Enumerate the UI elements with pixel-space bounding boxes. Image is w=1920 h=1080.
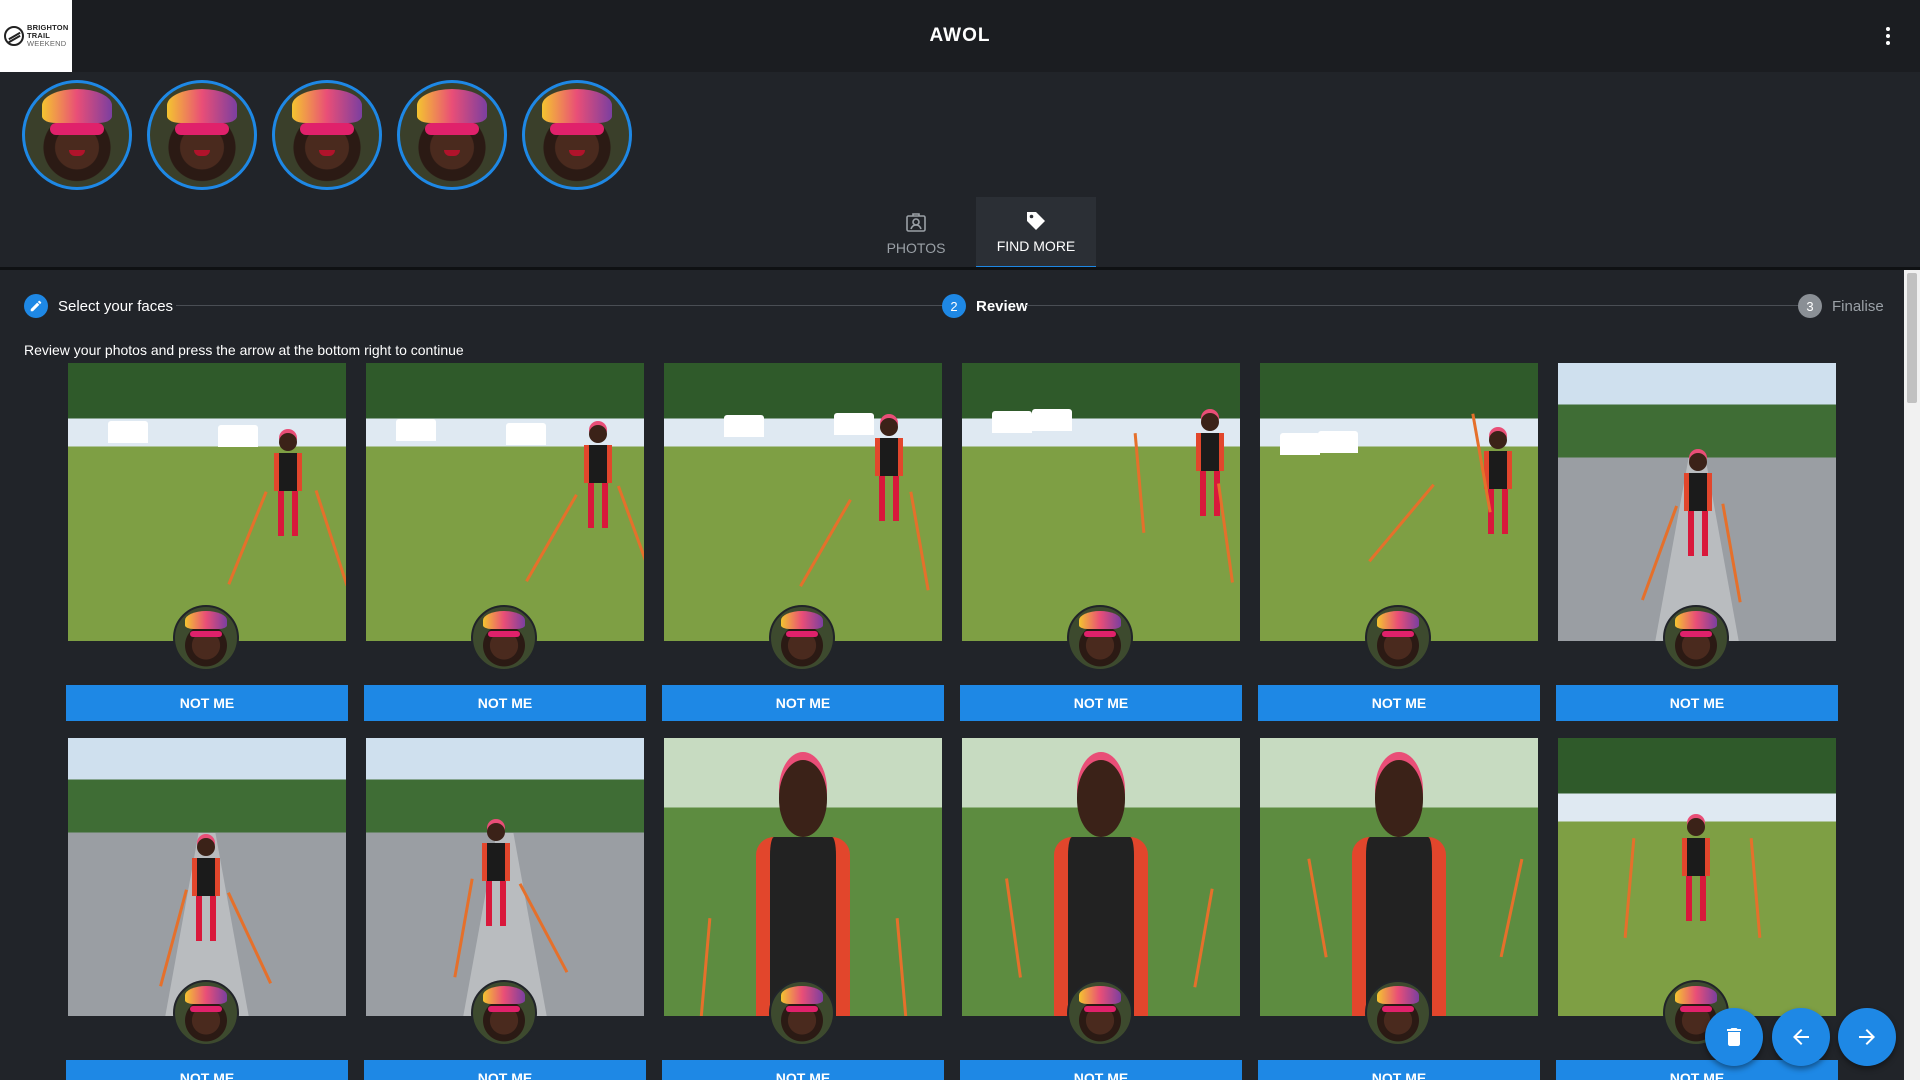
selected-face[interactable] — [397, 80, 507, 190]
selected-face[interactable] — [272, 80, 382, 190]
race-photo[interactable] — [68, 363, 346, 641]
step-select-faces[interactable]: Select your faces — [24, 294, 173, 318]
matched-face-thumbnail — [769, 605, 835, 671]
tab-bar: PHOTOS FIND MORE — [856, 197, 1096, 269]
step-finalise[interactable]: 3 Finalise — [1798, 294, 1884, 318]
selected-faces-row — [22, 80, 632, 190]
tab-find-more[interactable]: FIND MORE — [976, 197, 1096, 269]
matched-face-thumbnail — [471, 980, 537, 1046]
race-photo[interactable] — [68, 738, 346, 1016]
step-connector — [176, 305, 954, 306]
not-me-button[interactable]: NOT ME — [66, 1060, 348, 1080]
matched-face-thumbnail — [1663, 605, 1729, 671]
tab-photos[interactable]: PHOTOS — [856, 197, 976, 269]
not-me-button[interactable]: NOT ME — [1258, 1060, 1540, 1080]
race-photo[interactable] — [962, 738, 1240, 1016]
selected-face[interactable] — [522, 80, 632, 190]
step-label: Select your faces — [58, 297, 174, 315]
not-me-button[interactable]: NOT ME — [364, 685, 646, 721]
pencil-icon — [24, 294, 48, 318]
step-label: Review — [976, 297, 1028, 315]
matched-face-thumbnail — [1365, 980, 1431, 1046]
matched-face-thumbnail — [1067, 605, 1133, 671]
more-options-icon[interactable] — [1880, 24, 1896, 48]
scrollbar-thumb[interactable] — [1907, 273, 1917, 403]
tab-find-more-label: FIND MORE — [996, 238, 1076, 254]
race-photo[interactable] — [1260, 738, 1538, 1016]
selected-face[interactable] — [147, 80, 257, 190]
not-me-button[interactable]: NOT ME — [662, 685, 944, 721]
next-button[interactable] — [1838, 1008, 1896, 1066]
step-number: 2 — [942, 294, 966, 318]
matched-face-thumbnail — [173, 980, 239, 1046]
race-photo[interactable] — [664, 738, 942, 1016]
not-me-button[interactable]: NOT ME — [662, 1060, 944, 1080]
matched-face-thumbnail — [1067, 980, 1133, 1046]
top-bar: BRIGHTON TRAIL WEEKEND AWOL — [0, 0, 1920, 72]
tabs-divider — [0, 267, 1920, 270]
matched-face-thumbnail — [769, 980, 835, 1046]
portrait-icon — [906, 212, 926, 232]
step-connector — [1026, 305, 1802, 306]
trash-icon — [1727, 1028, 1741, 1046]
arrow-right-icon — [1859, 1029, 1875, 1045]
race-photo[interactable] — [366, 738, 644, 1016]
delete-button[interactable] — [1705, 1008, 1763, 1066]
selected-face[interactable] — [22, 80, 132, 190]
race-photo[interactable] — [664, 363, 942, 641]
not-me-button[interactable]: NOT ME — [1556, 685, 1838, 721]
matched-face-thumbnail — [471, 605, 537, 671]
not-me-button[interactable]: NOT ME — [960, 685, 1242, 721]
race-photo[interactable] — [1260, 363, 1538, 641]
brand-logo[interactable]: BRIGHTON TRAIL WEEKEND — [0, 0, 72, 72]
race-photo[interactable] — [962, 363, 1240, 641]
matched-face-thumbnail — [1365, 605, 1431, 671]
step-number: 3 — [1798, 294, 1822, 318]
brand-mark-icon — [4, 26, 24, 46]
back-button[interactable] — [1772, 1008, 1830, 1066]
not-me-button[interactable]: NOT ME — [960, 1060, 1242, 1080]
race-photo[interactable] — [1558, 363, 1836, 641]
not-me-button[interactable]: NOT ME — [364, 1060, 646, 1080]
tag-icon — [1027, 212, 1045, 230]
step-review[interactable]: 2 Review — [942, 294, 1028, 318]
instructions-text: Review your photos and press the arrow a… — [24, 342, 464, 358]
step-label: Finalise — [1832, 297, 1884, 315]
arrow-left-icon — [1793, 1029, 1809, 1045]
race-photo[interactable] — [366, 363, 644, 641]
not-me-button[interactable]: NOT ME — [1258, 685, 1540, 721]
race-photo[interactable] — [1558, 738, 1836, 1016]
not-me-button[interactable]: NOT ME — [66, 685, 348, 721]
brand-words: BRIGHTON TRAIL WEEKEND — [27, 23, 69, 48]
tab-photos-label: PHOTOS — [886, 239, 946, 256]
app-title: AWOL — [929, 25, 991, 46]
stepper: Select your faces 2 Review 3 Finalise — [24, 294, 1884, 318]
matched-face-thumbnail — [173, 605, 239, 671]
